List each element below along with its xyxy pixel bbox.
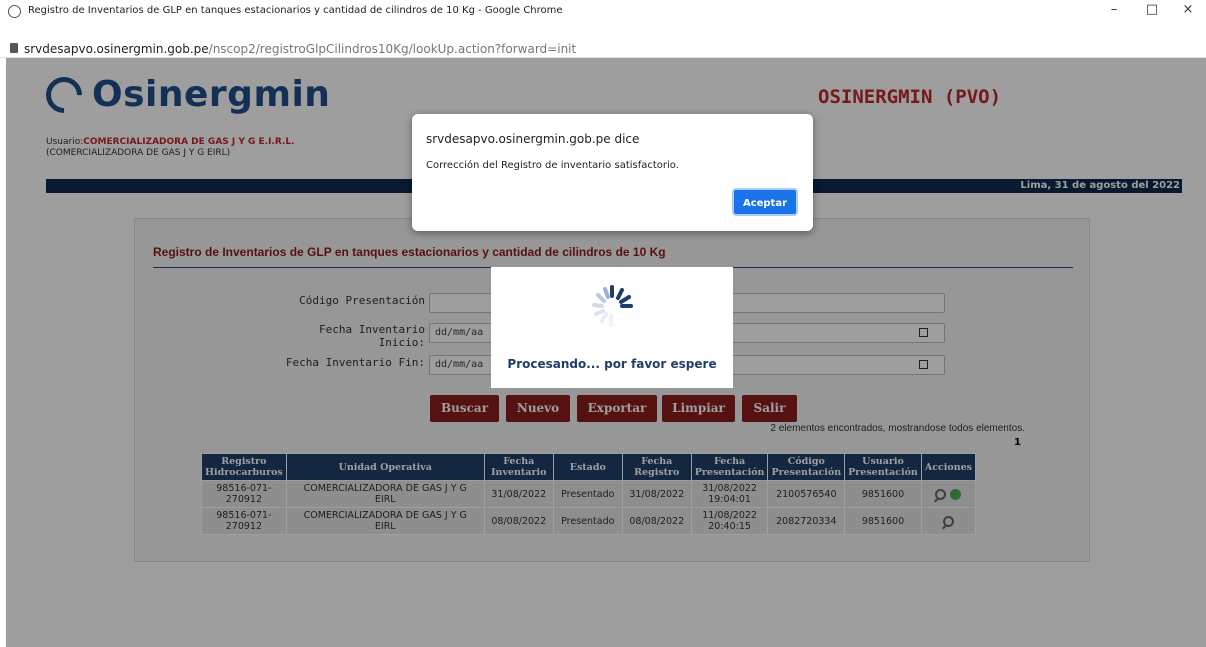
maximize-button[interactable]: □ — [1134, 0, 1170, 20]
aceptar-button[interactable]: Aceptar — [732, 188, 798, 216]
browser-page-icon — [8, 5, 21, 18]
page-content: Osinergmin Usuario:COMERCIALIZADORA DE G… — [0, 58, 1206, 647]
address-bar[interactable]: srvdesapvo.osinergmin.gob.pe/nscop2/regi… — [0, 40, 1206, 58]
window-title: Registro de Inventarios de GLP en tanque… — [28, 5, 563, 16]
close-window-button[interactable]: × — [1170, 0, 1206, 20]
processing-modal: Procesando... por favor espere — [491, 267, 733, 388]
url-path: /nscop2/registroGlpCilindros10Kg/lookUp.… — [208, 42, 577, 56]
alert-message: Corrección del Registro de inventario sa… — [426, 160, 679, 171]
url-host: srvdesapvo.osinergmin.gob.pe — [24, 42, 209, 56]
alert-dialog: srvdesapvo.osinergmin.gob.pe dice Correc… — [412, 114, 813, 231]
lock-icon — [10, 43, 18, 53]
spinner-icon — [592, 285, 633, 327]
alert-title: srvdesapvo.osinergmin.gob.pe dice — [426, 132, 640, 146]
minimize-button[interactable]: – — [1096, 0, 1132, 20]
url-text[interactable]: srvdesapvo.osinergmin.gob.pe/nscop2/regi… — [24, 42, 576, 56]
browser-titlebar: Registro de Inventarios de GLP en tanque… — [0, 0, 1206, 40]
processing-text: Procesando... por favor espere — [507, 357, 717, 371]
